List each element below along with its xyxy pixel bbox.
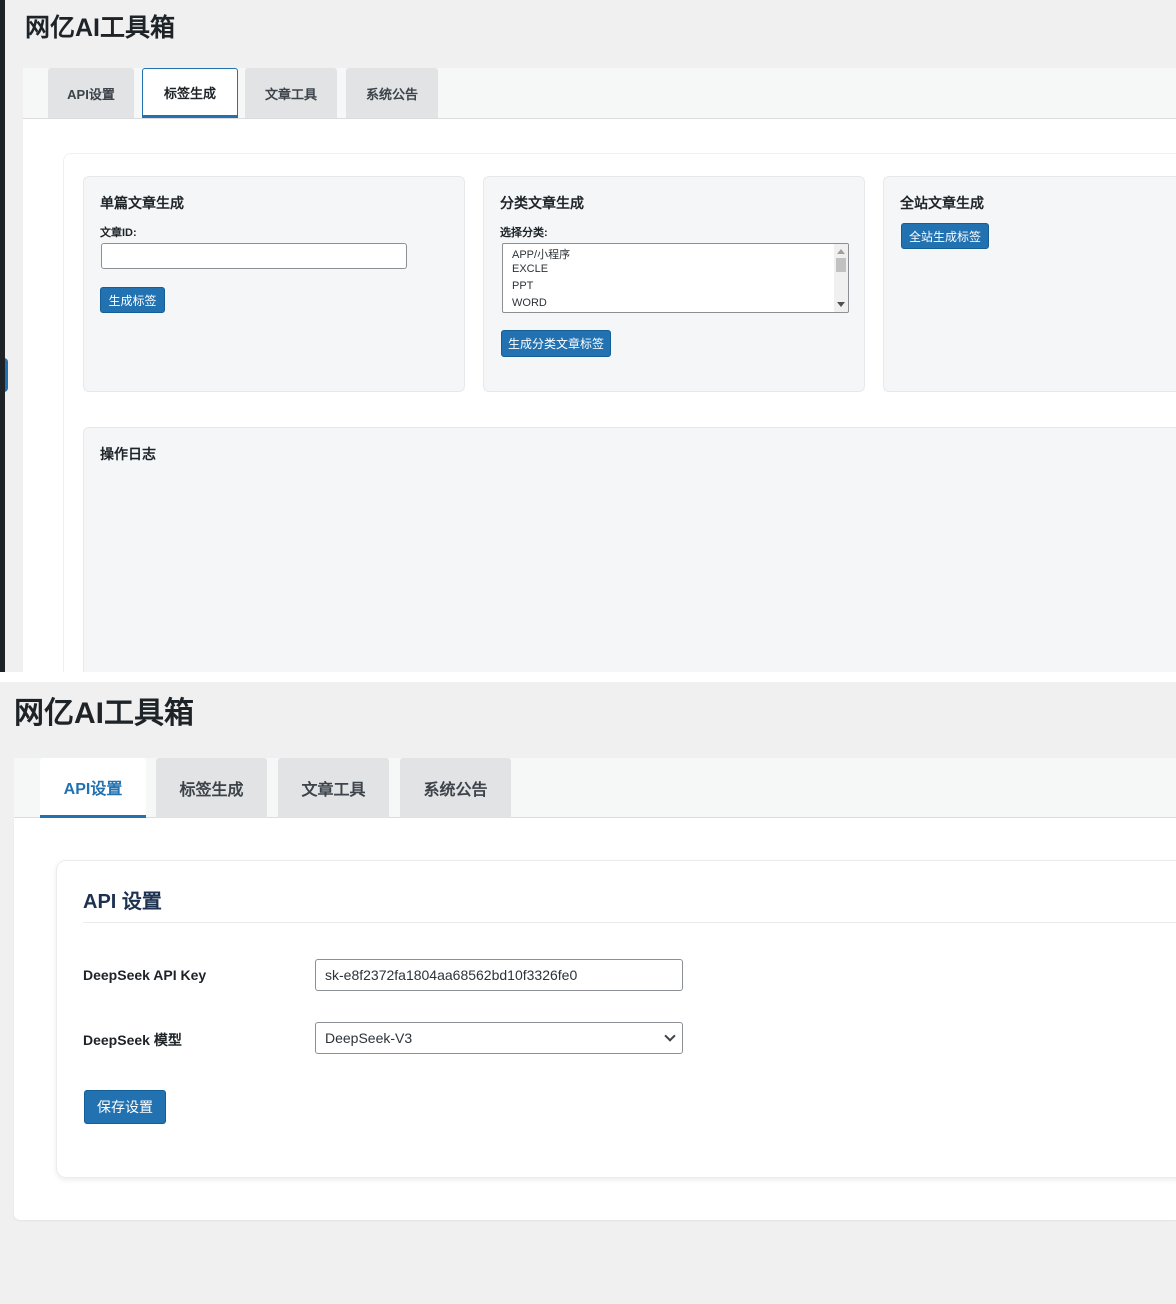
- single-article-title: 单篇文章生成: [100, 195, 184, 211]
- article-id-label: 文章ID:: [100, 227, 137, 239]
- article-id-input[interactable]: [101, 243, 407, 269]
- operation-log-title: 操作日志: [100, 446, 156, 462]
- category-article-panel: 分类文章生成 选择分类: APP/小程序 EXCLE PPT WORD 生成分类…: [483, 176, 865, 392]
- category-select-label: 选择分类:: [500, 227, 548, 239]
- tab-system-notice[interactable]: 系统公告: [346, 68, 438, 118]
- divider: [83, 922, 1176, 923]
- tab-api-settings[interactable]: API设置: [48, 68, 134, 118]
- single-article-panel: 单篇文章生成 文章ID: 生成标签: [83, 176, 465, 392]
- site-article-title: 全站文章生成: [900, 195, 984, 211]
- tab-tag-generation[interactable]: 标签生成: [142, 68, 238, 118]
- api-key-input[interactable]: sk-e8f2372fa1804aa68562bd10f3326fe0: [315, 959, 683, 991]
- site-article-panel: 全站文章生成 全站生成标签: [883, 176, 1176, 392]
- tab-bar: API设置 标签生成 文章工具 系统公告: [14, 758, 1176, 818]
- save-settings-button[interactable]: 保存设置: [84, 1090, 166, 1124]
- category-option[interactable]: WORD: [512, 297, 547, 309]
- api-settings-title: API 设置: [83, 891, 162, 913]
- category-option[interactable]: APP/小程序: [512, 246, 570, 262]
- page-title: 网亿AI工具箱: [14, 697, 194, 730]
- tab-system-notice[interactable]: 系统公告: [400, 758, 511, 818]
- category-article-title: 分类文章生成: [500, 195, 584, 211]
- scroll-down-arrow-icon[interactable]: [837, 302, 845, 307]
- generate-tags-button[interactable]: 生成标签: [100, 287, 165, 313]
- tag-generation-screen: 网亿AI工具箱 API设置 标签生成 文章工具 系统公告 单篇文章生成 文章ID…: [0, 0, 1176, 672]
- scroll-thumb[interactable]: [836, 258, 846, 272]
- page-title: 网亿AI工具箱: [25, 14, 176, 42]
- tab-article-tools[interactable]: 文章工具: [278, 758, 389, 818]
- tab-bar: API设置 标签生成 文章工具 系统公告: [23, 68, 1176, 119]
- api-settings-screen: 网亿AI工具箱 API设置 标签生成 文章工具 系统公告 API 设置 Deep…: [0, 682, 1176, 1304]
- generate-category-tags-button[interactable]: 生成分类文章标签: [501, 330, 611, 357]
- tab-tag-generation[interactable]: 标签生成: [156, 758, 267, 818]
- model-select[interactable]: DeepSeek-V3: [315, 1022, 683, 1054]
- scroll-up-arrow-icon[interactable]: [837, 249, 845, 254]
- api-settings-card: API 设置 DeepSeek API Key sk-e8f2372fa1804…: [56, 860, 1176, 1178]
- tab-article-tools[interactable]: 文章工具: [245, 68, 337, 118]
- chevron-down-icon: [664, 1030, 676, 1042]
- site-generate-tags-button[interactable]: 全站生成标签: [901, 223, 989, 249]
- category-listbox[interactable]: APP/小程序 EXCLE PPT WORD: [502, 243, 849, 313]
- category-option[interactable]: EXCLE: [512, 263, 548, 275]
- category-option[interactable]: PPT: [512, 280, 533, 292]
- model-select-value: DeepSeek-V3: [325, 1030, 413, 1046]
- listbox-scrollbar[interactable]: [834, 244, 848, 312]
- api-key-label: DeepSeek API Key: [83, 967, 207, 983]
- operation-log-panel: 操作日志: [83, 427, 1176, 672]
- model-label: DeepSeek 模型: [83, 1032, 182, 1048]
- collapse-handle[interactable]: [5, 358, 8, 392]
- tab-api-settings[interactable]: API设置: [40, 758, 146, 818]
